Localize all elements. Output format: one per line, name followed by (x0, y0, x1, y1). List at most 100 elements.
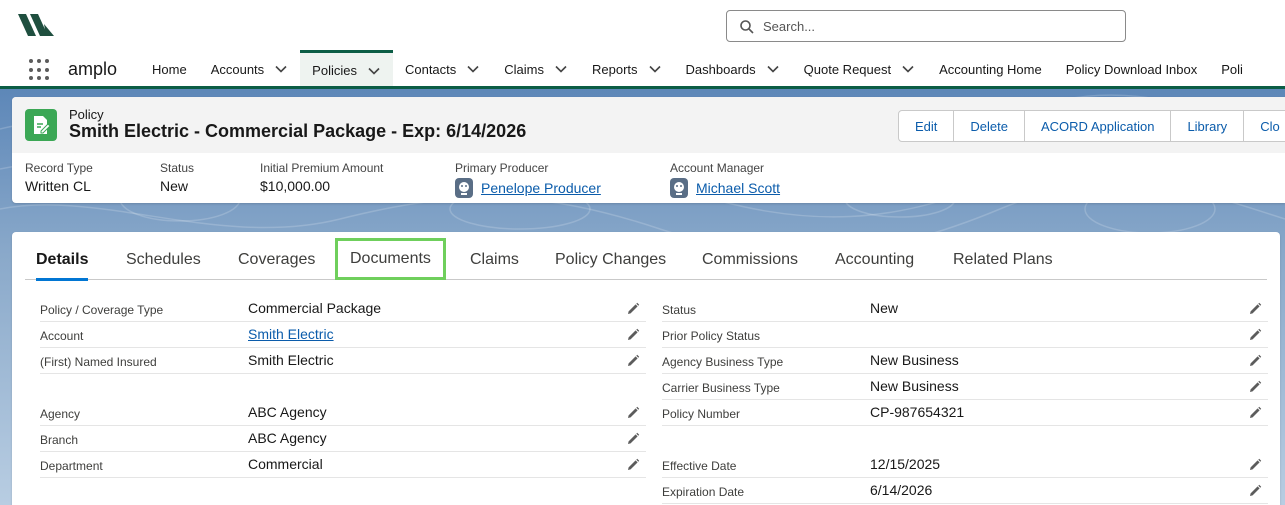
chevron-down-icon[interactable] (648, 62, 662, 76)
nav-item-label: Home (152, 61, 187, 77)
nav-items: Home Accounts Policies Contacts Claims Report… (140, 50, 1255, 88)
tab-details[interactable]: Details (36, 240, 89, 281)
field-value-text: CP-987654321 (870, 404, 965, 420)
tab-accounting[interactable]: Accounting (835, 240, 914, 280)
field-label: Effective Date (662, 459, 737, 473)
edit-pencil-icon[interactable] (626, 458, 640, 472)
field-label: Account (40, 329, 84, 343)
nav-item-accounting-home[interactable]: Accounting Home (927, 50, 1054, 88)
edit-pencil-icon[interactable] (1248, 484, 1262, 498)
field-value-text: New Business (870, 378, 959, 394)
edit-button[interactable]: Edit (898, 110, 955, 142)
chevron-down-icon[interactable] (766, 62, 780, 76)
nav-item-home[interactable]: Home (140, 50, 199, 88)
record-details-card: Details Schedules Coverages Documents Claims… (12, 232, 1280, 505)
field-value: New Business (870, 352, 959, 368)
field-value: Smith Electric (248, 352, 334, 368)
field-prior-policy-status: Prior Policy Status (662, 322, 1268, 348)
field-status: Status New (662, 296, 1268, 322)
field-value-text: ABC Agency (248, 430, 327, 446)
highlight-value-text: New (160, 178, 189, 194)
field-value: Commercial Package (248, 300, 381, 316)
highlight-label: Status (160, 161, 195, 175)
highlight-value: Written CL (25, 178, 93, 194)
nav-item-label: Reports (592, 61, 638, 77)
field-value: 12/15/2025 (870, 456, 940, 472)
chevron-down-icon[interactable] (901, 62, 915, 76)
app-launcher-icon[interactable] (29, 59, 51, 81)
edit-pencil-icon[interactable] (1248, 354, 1262, 368)
edit-pencil-icon[interactable] (626, 328, 640, 342)
search-input[interactable] (763, 16, 1113, 36)
edit-pencil-icon[interactable] (1248, 328, 1262, 342)
highlight-value: Michael Scott (670, 178, 780, 198)
chevron-down-icon[interactable] (554, 62, 568, 76)
field-agency-business-type: Agency Business Type New Business (662, 348, 1268, 374)
field-value: New (870, 300, 898, 316)
record-highlights-panel: Policy Smith Electric - Commercial Packa… (12, 97, 1285, 203)
edit-pencil-icon[interactable] (1248, 406, 1262, 420)
top-bar (0, 0, 1285, 52)
field-value: Smith Electric (248, 326, 334, 342)
highlight-label: Initial Premium Amount (260, 161, 384, 175)
tab-claims[interactable]: Claims (470, 240, 519, 280)
field-expiration-date: Expiration Date 6/14/2026 (662, 478, 1268, 504)
smith-electric-link[interactable]: Smith Electric (248, 326, 334, 342)
tab-documents[interactable]: Documents (335, 238, 446, 280)
nav-item-policy-download-inbox[interactable]: Policy Download Inbox (1054, 50, 1210, 88)
nav-item-dashboards[interactable]: Dashboards (674, 50, 792, 88)
nav-item-label: Policies (312, 63, 357, 78)
chevron-down-icon[interactable] (274, 62, 288, 76)
clo-button[interactable]: Clo (1244, 110, 1285, 142)
tab-coverages[interactable]: Coverages (238, 240, 315, 280)
app-name: amplo (68, 59, 118, 79)
tab-related-plans[interactable]: Related Plans (953, 240, 1053, 280)
chevron-down-icon[interactable] (466, 62, 480, 76)
edit-pencil-icon[interactable] (1248, 302, 1262, 316)
highlight-value: $10,000.00 (260, 178, 383, 194)
nav-item-quote-request[interactable]: Quote Request (792, 50, 927, 88)
field-policy-number: Policy Number CP-987654321 (662, 400, 1268, 426)
michael-scott-link[interactable]: Michael Scott (696, 180, 780, 196)
field-label: Department (40, 459, 103, 473)
field-value-text: ABC Agency (248, 404, 327, 420)
chevron-down-icon[interactable] (367, 64, 381, 78)
field-value-text: 6/14/2026 (870, 482, 933, 498)
global-search[interactable] (726, 10, 1126, 42)
field-label: Prior Policy Status (662, 329, 761, 343)
nav-item-contacts[interactable]: Contacts (393, 50, 492, 88)
delete-button[interactable]: Delete (954, 110, 1025, 142)
nav-item-poli[interactable]: Poli (1209, 50, 1255, 88)
field-policy-coverage-type: Policy / Coverage Type Commercial Package (40, 296, 646, 322)
edit-pencil-icon[interactable] (626, 406, 640, 420)
field-value-text: New (870, 300, 899, 316)
field-value-text: 12/15/2025 (870, 456, 941, 472)
nav-item-label: Quote Request (803, 61, 892, 77)
edit-pencil-icon[interactable] (1248, 380, 1262, 394)
field-carrier-business-type: Carrier Business Type New Business (662, 374, 1268, 400)
field-value-text: Commercial Package (248, 300, 382, 316)
tab-commissions[interactable]: Commissions (702, 240, 798, 280)
company-logo-icon[interactable] (16, 12, 56, 40)
nav-item-label: Claims (504, 61, 545, 77)
highlight-label: Account Manager (670, 161, 765, 175)
edit-pencil-icon[interactable] (626, 302, 640, 316)
nav-item-reports[interactable]: Reports (580, 50, 674, 88)
highlight-value: Penelope Producer (455, 178, 601, 198)
tab-schedules[interactable]: Schedules (126, 240, 201, 280)
field-value: ABC Agency (248, 404, 327, 420)
nav-item-policies[interactable]: Policies (300, 50, 393, 88)
library-button[interactable]: Library (1171, 110, 1245, 142)
nav-item-accounts[interactable]: Accounts (199, 50, 300, 88)
nav-item-claims[interactable]: Claims (492, 50, 580, 88)
edit-pencil-icon[interactable] (626, 354, 640, 368)
penelope-producer-link[interactable]: Penelope Producer (481, 180, 601, 196)
edit-pencil-icon[interactable] (626, 432, 640, 446)
acord-application-button[interactable]: ACORD Application (1024, 110, 1172, 142)
highlight-fields: Record Type Written CL Status New Initial Pr… (12, 157, 1285, 201)
object-label: Policy (69, 107, 104, 122)
nav-item-label: Dashboards (685, 61, 756, 77)
tab-policy-changes[interactable]: Policy Changes (555, 240, 666, 280)
edit-pencil-icon[interactable] (1248, 458, 1262, 472)
field-label: Agency Business Type (662, 355, 784, 369)
